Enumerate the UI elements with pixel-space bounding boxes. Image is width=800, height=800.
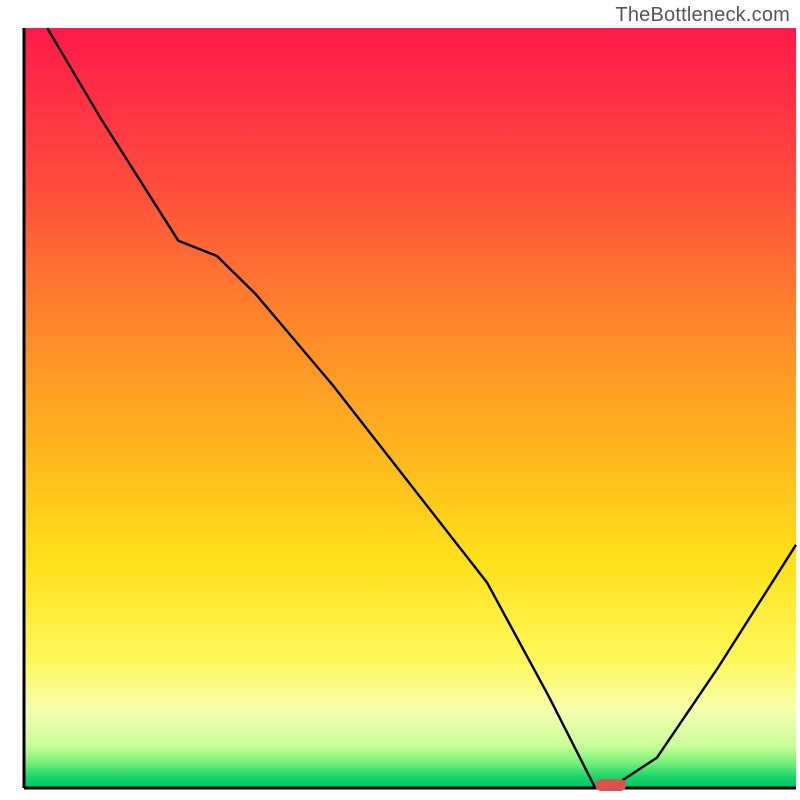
watermark-label: TheBottleneck.com	[615, 4, 790, 27]
optimum-marker	[595, 779, 626, 791]
bottleneck-chart: TheBottleneck.com	[0, 0, 800, 800]
chart-plot	[0, 0, 800, 800]
plot-background	[24, 28, 796, 788]
